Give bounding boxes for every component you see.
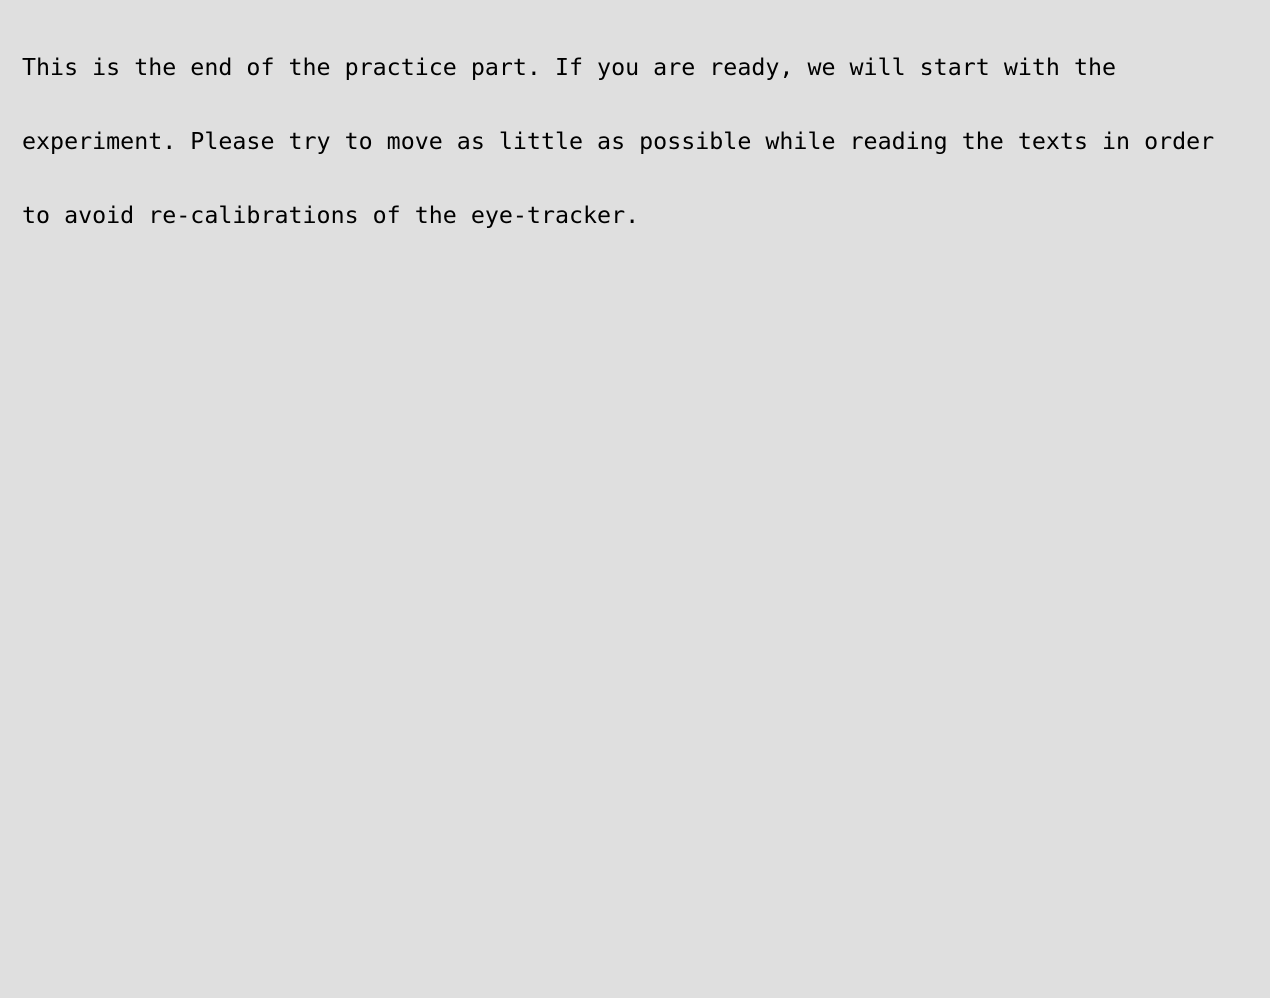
instruction-line-3: to avoid re-calibrations of the eye-trac… — [22, 202, 640, 229]
instruction-line-2: experiment. Please try to move as little… — [22, 128, 1215, 155]
instruction-text: This is the end of the practice part. If… — [22, 48, 1252, 270]
instruction-line-1: This is the end of the practice part. If… — [22, 54, 1117, 81]
experiment-screen: This is the end of the practice part. If… — [0, 0, 1270, 998]
